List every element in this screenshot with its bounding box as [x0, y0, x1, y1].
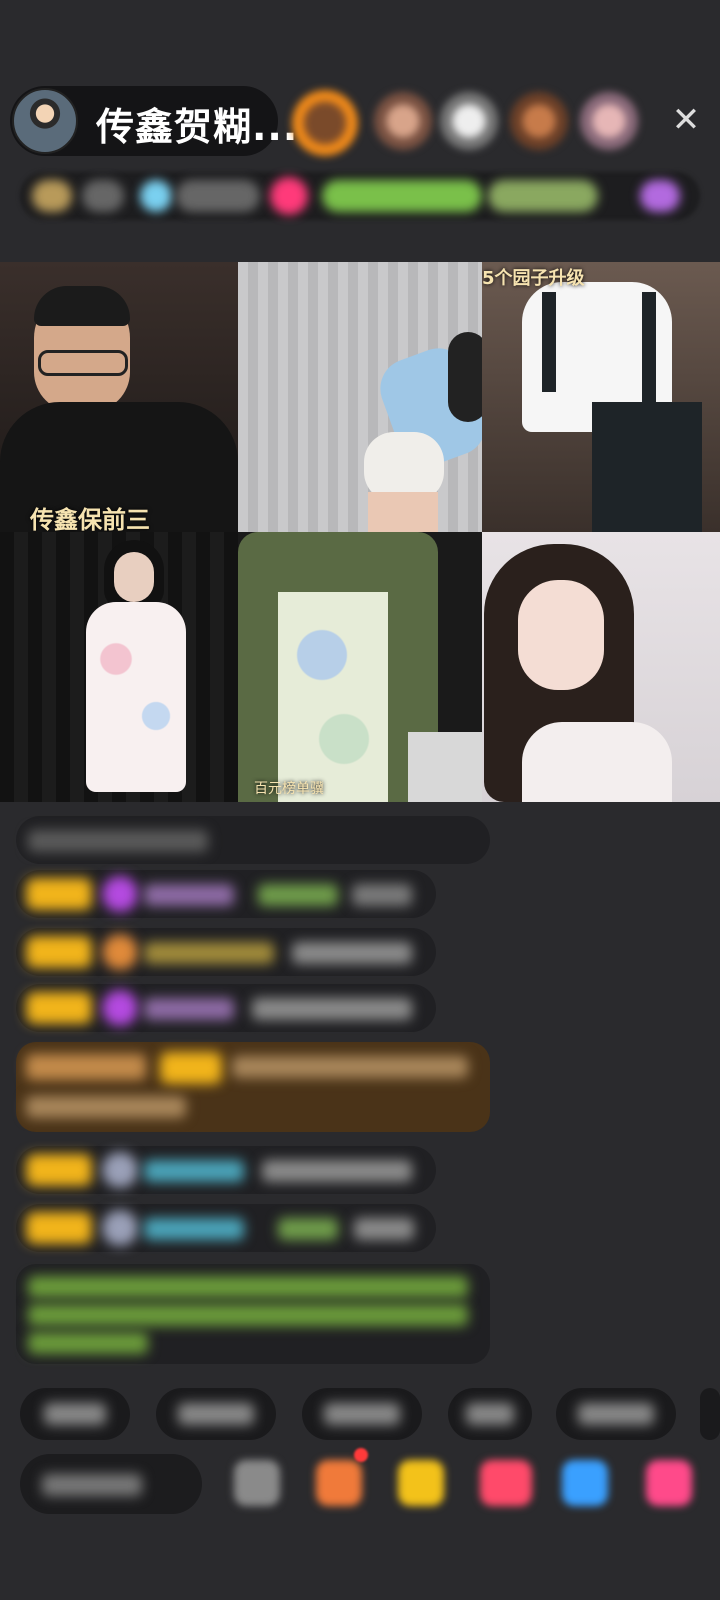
- chat-message: [16, 1146, 436, 1194]
- dancer-face: [114, 552, 154, 602]
- notice-text: [28, 1304, 468, 1326]
- backdrop-white: [408, 732, 482, 802]
- quick-reply-button[interactable]: [448, 1388, 532, 1440]
- badge-icon: [140, 180, 172, 212]
- chat-text: [26, 1096, 186, 1118]
- quick-reply-button[interactable]: [20, 1388, 130, 1440]
- button-label: [178, 1403, 254, 1425]
- quick-reply-button[interactable]: [156, 1388, 276, 1440]
- gift-icon[interactable]: [316, 1460, 362, 1506]
- chat-username: [144, 1218, 244, 1240]
- chat-message: [16, 1204, 436, 1252]
- badge-text: [82, 180, 124, 212]
- button-label: [578, 1403, 654, 1425]
- badge-icon: [32, 180, 72, 212]
- badge-icon: [640, 180, 680, 212]
- chat-text: [252, 998, 412, 1020]
- level-badge: [26, 878, 92, 910]
- quick-reply-button[interactable]: [302, 1388, 422, 1440]
- chat-text: [232, 1056, 468, 1078]
- chat-text: [352, 884, 412, 906]
- user-icon: [102, 876, 138, 912]
- viewer-avatar-3[interactable]: [440, 92, 498, 150]
- system-message: [16, 1042, 490, 1132]
- close-icon[interactable]: ✕: [666, 100, 706, 140]
- chat-username: [144, 1160, 244, 1182]
- notice-text: [28, 1332, 148, 1354]
- notice-text: [28, 1276, 468, 1298]
- streamer-glasses: [38, 350, 128, 376]
- chat-message: [16, 984, 436, 1032]
- level-badge: [26, 936, 92, 968]
- chat-text: [28, 830, 208, 852]
- button-label: [324, 1403, 400, 1425]
- quick-reply-button[interactable]: [556, 1388, 676, 1440]
- viewer-avatar-4[interactable]: [510, 92, 568, 150]
- dancer-legs: [368, 492, 438, 532]
- tile-label: 5个园子升级: [482, 268, 585, 289]
- video-tile-3[interactable]: 5个园子升级: [482, 262, 720, 532]
- level-badge: [26, 1154, 92, 1186]
- emoji-icon[interactable]: [234, 1460, 280, 1506]
- comment-input[interactable]: [20, 1454, 202, 1514]
- dancer-top: [522, 722, 672, 802]
- host-name[interactable]: 传鑫贺糊...: [96, 96, 298, 151]
- video-grid: 传鑫保前三 5个园子升级 百元榜单骥: [0, 262, 720, 802]
- chat-username: [144, 884, 234, 906]
- tile-label: 传鑫保前三: [30, 506, 150, 532]
- dancer-face: [518, 580, 604, 690]
- button-label: [466, 1403, 514, 1425]
- streamer-hair: [34, 286, 130, 326]
- chat-username: [144, 998, 234, 1020]
- video-tile-1[interactable]: 传鑫保前三: [0, 262, 238, 532]
- quick-reply-button[interactable]: [700, 1388, 720, 1440]
- bag-icon[interactable]: [398, 1460, 444, 1506]
- heart-icon[interactable]: [480, 1460, 532, 1506]
- badge-icon: [270, 177, 308, 215]
- viewer-avatar-1[interactable]: [292, 90, 358, 156]
- share-icon[interactable]: [562, 1460, 608, 1506]
- video-tile-6[interactable]: [482, 532, 720, 802]
- viewer-avatar-5[interactable]: [580, 92, 638, 150]
- badge-icon: [26, 1054, 146, 1080]
- dancer-skirt: [278, 592, 388, 802]
- level-badge: [26, 1212, 92, 1244]
- chat-text: [292, 942, 412, 964]
- video-tile-4[interactable]: [0, 532, 238, 802]
- chat-message: [16, 870, 436, 918]
- chat-message: [16, 928, 436, 976]
- user-icon: [102, 1210, 138, 1246]
- chat-text: [262, 1160, 412, 1182]
- video-tile-2[interactable]: [238, 262, 482, 532]
- host-avatar[interactable]: [12, 88, 78, 154]
- button-label: [44, 1403, 106, 1425]
- badge-text: [488, 180, 598, 212]
- chat-text: [354, 1218, 414, 1240]
- user-icon: [102, 990, 138, 1026]
- dancer-hair: [448, 332, 482, 422]
- user-icon: [102, 934, 138, 970]
- viewer-avatar-2[interactable]: [374, 92, 432, 150]
- chat-message: [16, 816, 490, 864]
- chat-username: [144, 942, 274, 964]
- badge-text: [176, 180, 260, 212]
- tile-label: 百元榜单骥: [254, 781, 324, 797]
- input-placeholder: [42, 1474, 142, 1496]
- dancer-strap: [642, 292, 656, 402]
- notice-message: [16, 1264, 490, 1364]
- level-badge: [26, 992, 92, 1024]
- dancer-strap: [542, 292, 556, 392]
- dancer-pants: [592, 402, 702, 532]
- notification-dot: [354, 1448, 368, 1462]
- chat-username: [258, 884, 338, 906]
- user-icon: [102, 1152, 138, 1188]
- badge-text: [322, 180, 482, 212]
- video-tile-5[interactable]: 百元榜单骥: [238, 532, 482, 802]
- chat-username: [278, 1218, 338, 1240]
- dancer-dress: [86, 602, 186, 792]
- more-icon[interactable]: [646, 1460, 692, 1506]
- level-badge: [160, 1052, 222, 1084]
